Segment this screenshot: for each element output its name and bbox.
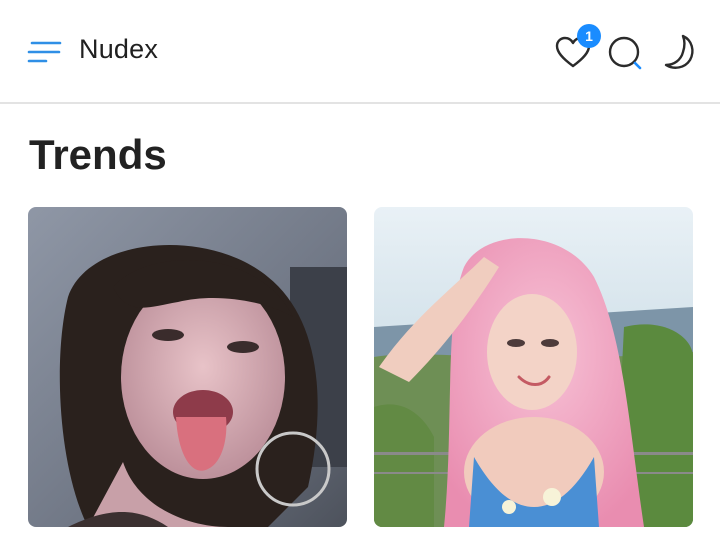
search-button[interactable] [604,32,648,76]
top-bar: Nudex 1 [0,0,720,104]
trend-card[interactable] [374,207,693,527]
section-title: Trends [29,131,167,178]
search-icon [608,36,642,70]
app-title[interactable]: Nudex [79,34,158,65]
theme-toggle-button[interactable] [656,31,700,75]
trend-card[interactable] [28,207,347,527]
favorites-count-badge: 1 [577,24,601,48]
moon-icon [664,34,694,69]
menu-icon[interactable] [26,38,62,66]
trend-thumbnail-image [28,207,347,527]
trend-thumbnail-image [374,207,693,527]
